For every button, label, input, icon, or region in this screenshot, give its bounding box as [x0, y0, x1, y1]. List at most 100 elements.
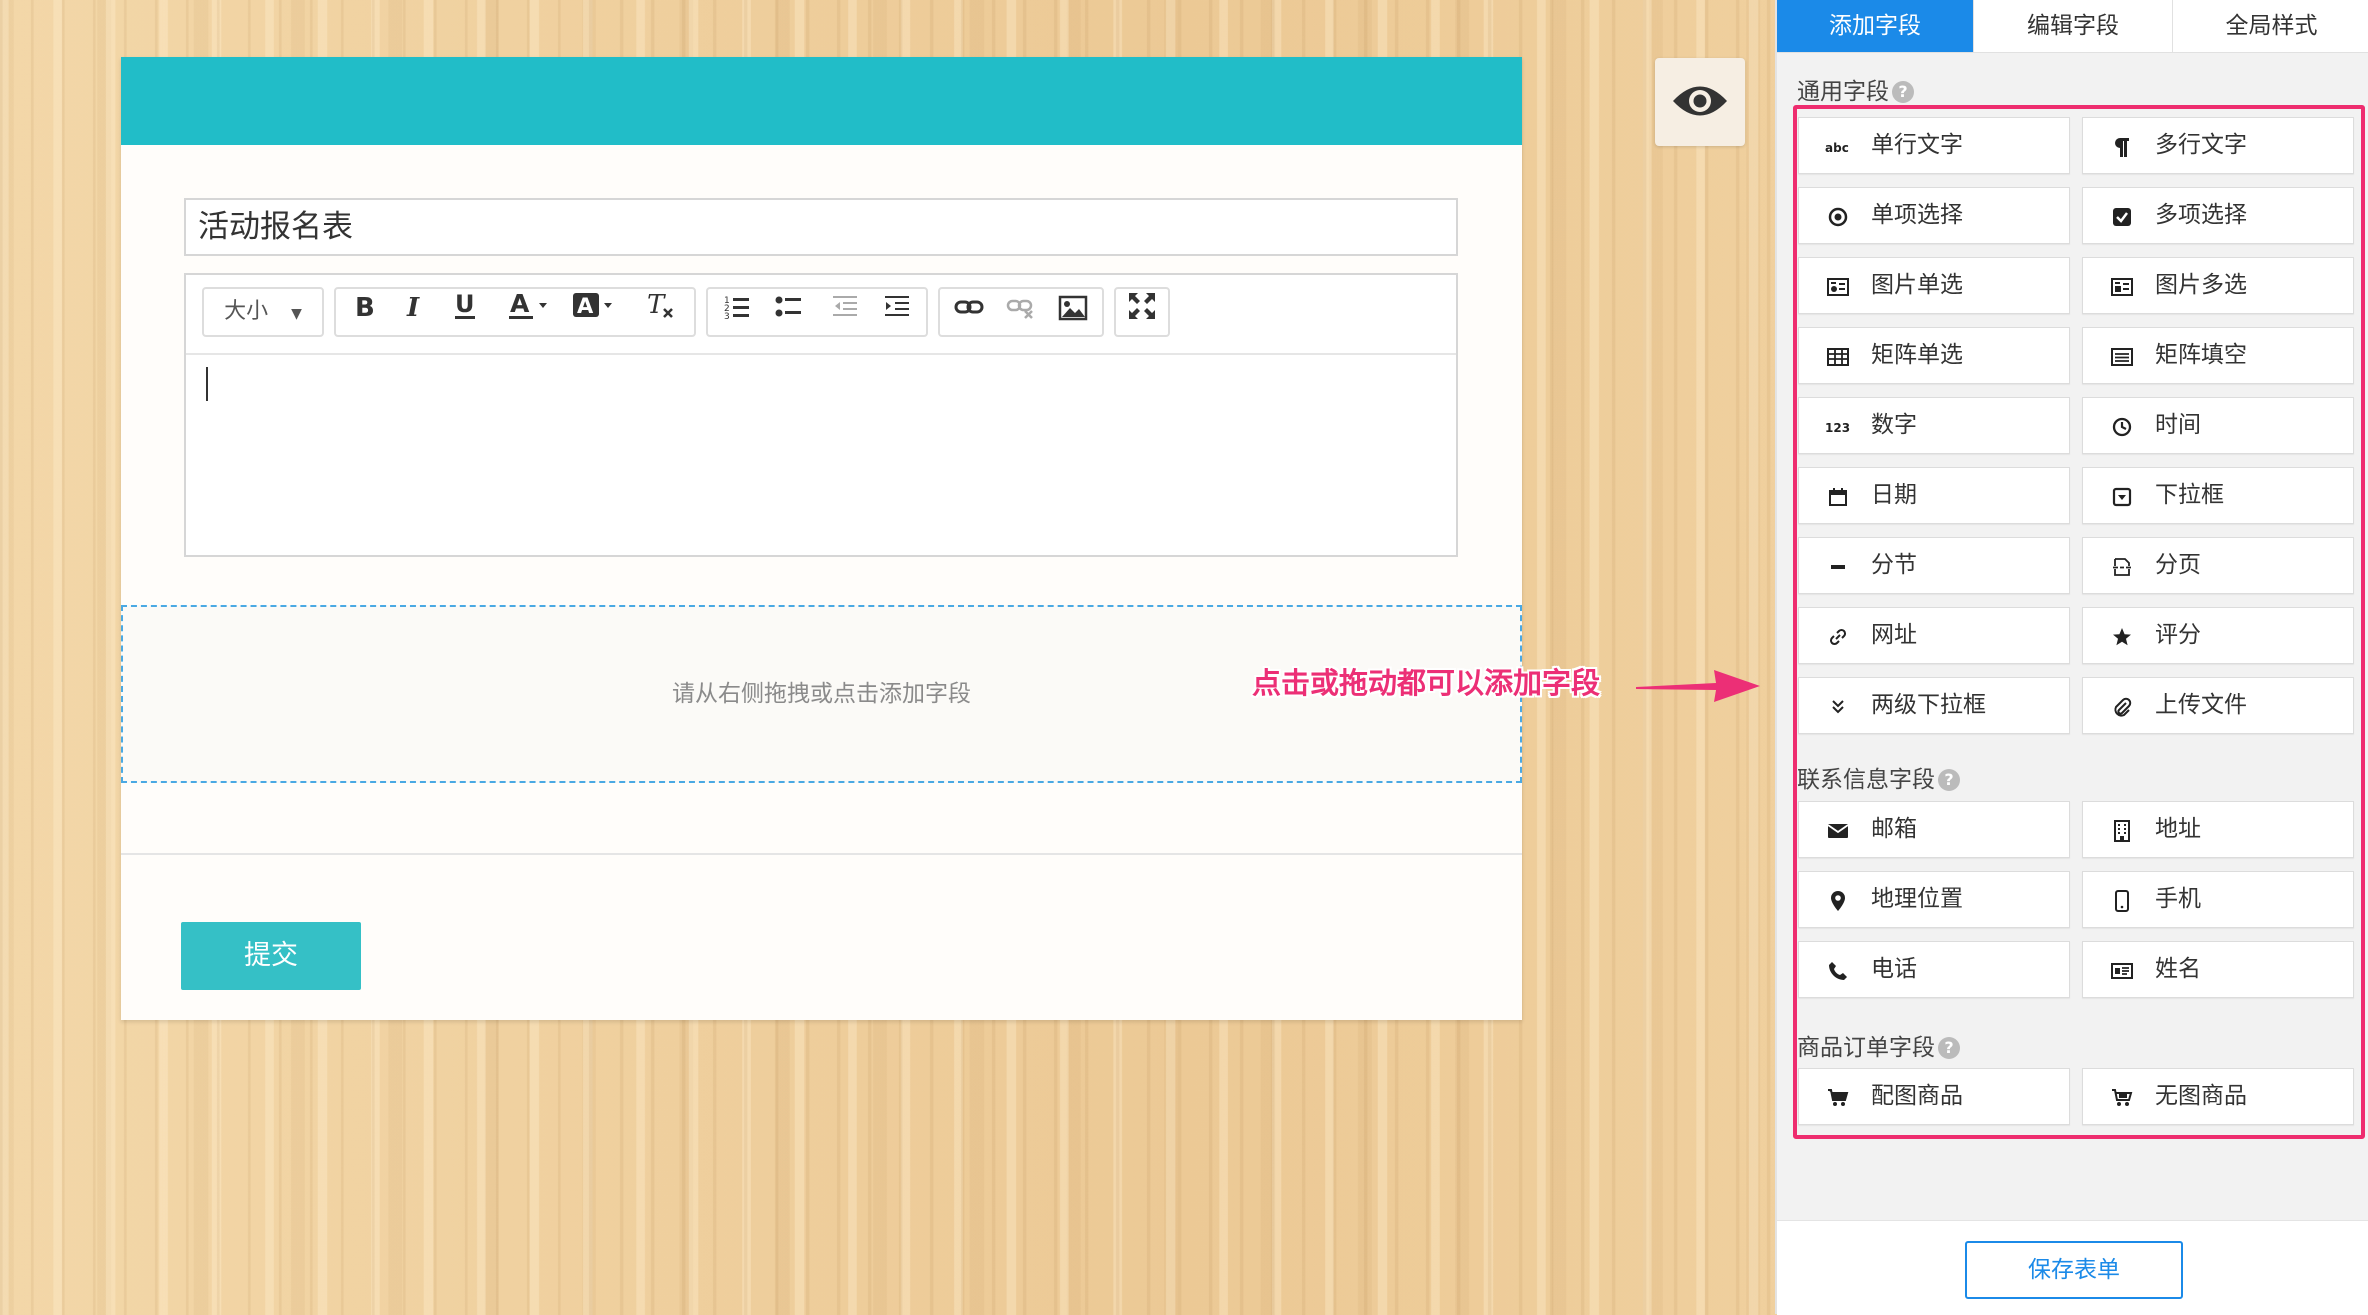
- fullscreen-group: [1114, 287, 1170, 337]
- field-button-1-4[interactable]: 电话: [1798, 941, 2070, 998]
- image-icon[interactable]: [1048, 289, 1098, 335]
- rich-text-editor: 大小 ▼ B I U A A T 123: [184, 273, 1458, 557]
- field-button-0-6[interactable]: 矩阵单选: [1798, 327, 2070, 384]
- eye-icon: [1673, 86, 1727, 116]
- double-chevron-down-icon: [1825, 678, 1851, 733]
- panel-tabs: 添加字段 编辑字段 全局样式: [1777, 0, 2368, 53]
- phone-icon: [1825, 942, 1851, 997]
- underline-icon[interactable]: U: [440, 289, 490, 335]
- field-button-2-1[interactable]: 无图商品: [2082, 1068, 2354, 1125]
- field-button-0-11[interactable]: 下拉框: [2082, 467, 2354, 524]
- field-button-0-8[interactable]: 123 数字: [1798, 397, 2070, 454]
- building-icon: [2109, 802, 2135, 857]
- field-button-0-10[interactable]: 日期: [1798, 467, 2070, 524]
- bold-icon[interactable]: B: [340, 289, 390, 335]
- save-form-button[interactable]: 保存表单: [1965, 1241, 2183, 1299]
- field-button-1-2[interactable]: 地理位置: [1798, 871, 2070, 928]
- checkbox-icon: [2109, 188, 2135, 243]
- field-button-0-5[interactable]: 图片多选: [2082, 257, 2354, 314]
- field-button-label: 两级下拉框: [1871, 692, 1986, 718]
- mobile-icon: [2109, 872, 2135, 927]
- tab-add-field[interactable]: 添加字段: [1777, 0, 1974, 52]
- clock-icon: [2109, 398, 2135, 453]
- field-button-1-3[interactable]: 手机: [2082, 871, 2354, 928]
- cart-icon: [1825, 1069, 1851, 1124]
- editor-content-area[interactable]: [186, 355, 1456, 555]
- paperclip-icon: [2109, 678, 2135, 733]
- field-button-label: 图片多选: [2155, 272, 2247, 298]
- field-button-0-2[interactable]: 单项选择: [1798, 187, 2070, 244]
- svg-text:A: A: [577, 294, 594, 318]
- field-button-0-17[interactable]: 上传文件: [2082, 677, 2354, 734]
- svg-text:U: U: [455, 290, 475, 318]
- editor-toolbar: 大小 ▼ B I U A A T 123: [186, 275, 1456, 355]
- unordered-list-icon[interactable]: [764, 289, 814, 335]
- field-button-0-9[interactable]: 时间: [2082, 397, 2354, 454]
- tab-global-style[interactable]: 全局样式: [2173, 0, 2368, 52]
- preview-button[interactable]: [1655, 58, 1745, 146]
- field-button-0-13[interactable]: 分页: [2082, 537, 2354, 594]
- field-button-label: 多行文字: [2155, 132, 2247, 158]
- background-color-icon[interactable]: A: [566, 289, 622, 335]
- form-title-input[interactable]: 活动报名表: [184, 198, 1458, 256]
- field-button-1-0[interactable]: 邮箱: [1798, 801, 2070, 858]
- svg-text:3: 3: [724, 312, 730, 321]
- link-icon[interactable]: [944, 289, 994, 335]
- field-button-0-3[interactable]: 多项选择: [2082, 187, 2354, 244]
- list-box-icon: [2109, 328, 2135, 383]
- radio-icon: [1825, 188, 1851, 243]
- list-group: 123: [706, 287, 928, 337]
- field-button-0-14[interactable]: 网址: [1798, 607, 2070, 664]
- panel-footer: 保存表单: [1777, 1220, 2368, 1315]
- field-button-label: 手机: [2155, 886, 2201, 912]
- field-button-1-5[interactable]: 姓名: [2082, 941, 2354, 998]
- font-color-icon[interactable]: A: [502, 289, 558, 335]
- svg-text:abc: abc: [1825, 141, 1849, 155]
- field-button-0-1[interactable]: 多行文字: [2082, 117, 2354, 174]
- ordered-list-icon[interactable]: 123: [712, 289, 762, 335]
- field-button-label: 配图商品: [1871, 1083, 1963, 1109]
- field-button-0-12[interactable]: 分节: [1798, 537, 2070, 594]
- insert-group: [938, 287, 1104, 337]
- font-size-dropdown[interactable]: 大小 ▼: [204, 289, 322, 335]
- outdent-icon[interactable]: [820, 289, 870, 335]
- field-button-label: 单行文字: [1871, 132, 1963, 158]
- field-button-0-15[interactable]: 评分: [2082, 607, 2354, 664]
- star-icon: [2109, 608, 2135, 663]
- field-button-2-0[interactable]: 配图商品: [1798, 1068, 2070, 1125]
- italic-icon[interactable]: I: [390, 289, 440, 335]
- field-button-label: 多项选择: [2155, 202, 2247, 228]
- form-card: 活动报名表 大小 ▼ B I U A A T 123 请从右侧拖拽或点击添加字段…: [121, 57, 1522, 1020]
- form-header-banner: [121, 57, 1522, 145]
- help-icon[interactable]: ?: [1892, 81, 1914, 103]
- field-button-label: 网址: [1871, 622, 1917, 648]
- cart-alt-icon: [2109, 1069, 2135, 1124]
- section-title-general: 通用字段?: [1797, 72, 1914, 106]
- svg-text:T: T: [647, 290, 666, 320]
- field-button-label: 数字: [1871, 412, 1917, 438]
- map-marker-icon: [1825, 872, 1851, 927]
- field-button-label: 分节: [1871, 552, 1917, 578]
- field-button-0-16[interactable]: 两级下拉框: [1798, 677, 2070, 734]
- link-icon: [1825, 608, 1851, 663]
- tab-edit-field[interactable]: 编辑字段: [1974, 0, 2173, 52]
- font-size-group: 大小 ▼: [202, 287, 324, 337]
- fullscreen-icon[interactable]: [1117, 289, 1167, 335]
- field-button-1-1[interactable]: 地址: [2082, 801, 2354, 858]
- field-button-label: 图片单选: [1871, 272, 1963, 298]
- minus-icon: [1825, 538, 1851, 593]
- submit-button[interactable]: 提交: [181, 922, 361, 990]
- field-button-0-7[interactable]: 矩阵填空: [2082, 327, 2354, 384]
- svg-text:B: B: [355, 293, 375, 321]
- field-button-label: 地理位置: [1871, 886, 1963, 912]
- dropdown-icon: [2109, 468, 2135, 523]
- field-button-0-4[interactable]: 图片单选: [1798, 257, 2070, 314]
- field-button-label: 时间: [2155, 412, 2201, 438]
- field-button-label: 无图商品: [2155, 1083, 2247, 1109]
- number-icon: 123: [1825, 398, 1851, 453]
- clear-format-icon[interactable]: T: [636, 289, 686, 335]
- indent-icon[interactable]: [872, 289, 922, 335]
- section-title-label: 通用字段: [1797, 79, 1889, 105]
- unlink-icon[interactable]: [996, 289, 1046, 335]
- field-button-0-0[interactable]: abc 单行文字: [1798, 117, 2070, 174]
